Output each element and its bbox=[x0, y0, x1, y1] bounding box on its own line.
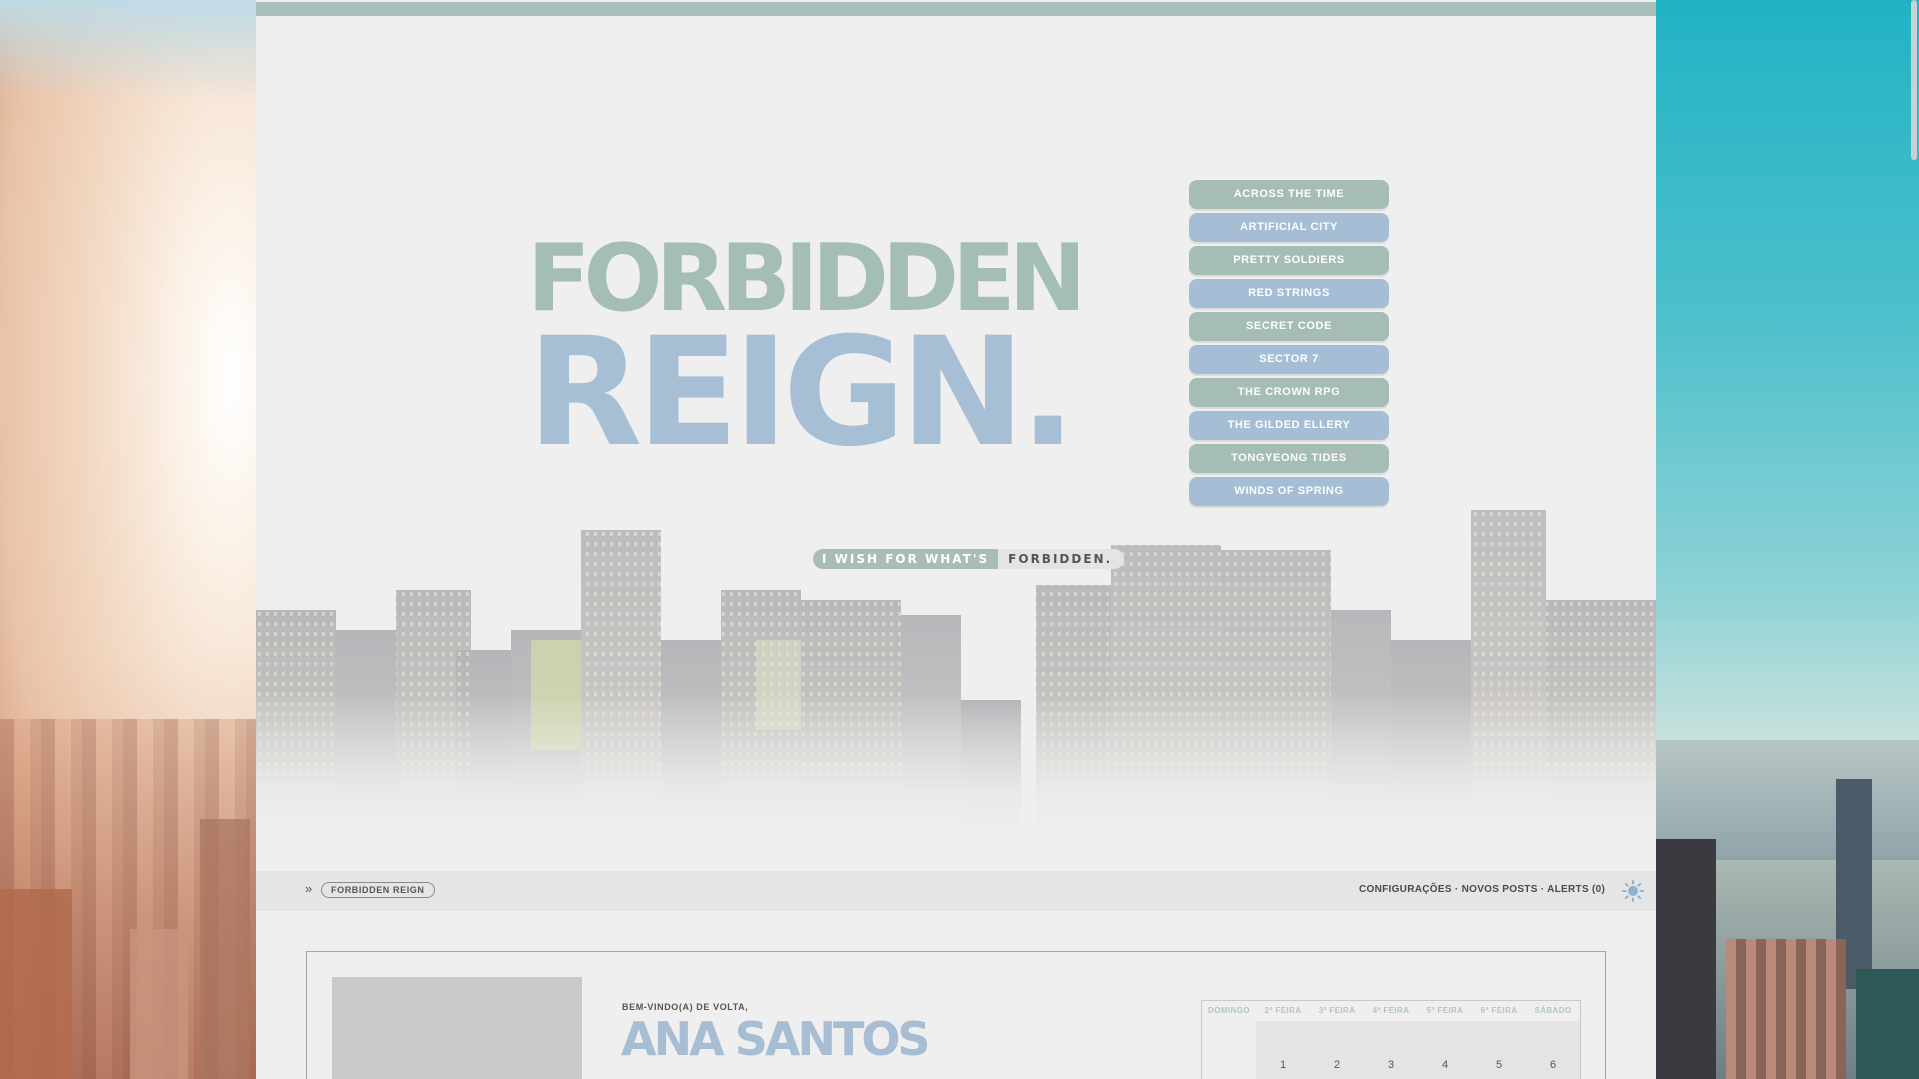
calendar-day-header: 2ª FEIRA bbox=[1264, 1006, 1302, 1015]
calendar-cell[interactable]: 3 bbox=[1364, 1021, 1418, 1079]
main-panel: FORBIDDEN REIGN. ACROSS THE TIME ARTIFIC… bbox=[256, 0, 1656, 1079]
site-logo-line2: REIGN. bbox=[527, 306, 1076, 480]
calendar-header: DOMINGO 2ª FEIRA 3ª FEIRA 4ª FEIRA 5ª FE… bbox=[1202, 1001, 1580, 1021]
calendar-day-header: DOMINGO bbox=[1208, 1006, 1250, 1015]
nav-bar: » FORBIDDEN REIGN CONFIGURAÇÕES · NOVOS … bbox=[256, 871, 1656, 911]
breadcrumb-arrow: » bbox=[305, 881, 313, 896]
affiliate-list: ACROSS THE TIME ARTIFICIAL CITY PRETTY S… bbox=[1189, 180, 1389, 510]
user-links: CONFIGURAÇÕES · NOVOS POSTS · ALERTS (0) bbox=[1359, 884, 1605, 895]
alerts-link[interactable]: ALERTS (0) bbox=[1547, 884, 1605, 895]
calendar-day-header: 4ª FEIRA bbox=[1372, 1006, 1410, 1015]
calendar-cell[interactable]: 5 bbox=[1472, 1021, 1526, 1079]
calendar-day-header: 3ª FEIRA bbox=[1318, 1006, 1356, 1015]
affiliate-button[interactable]: THE CROWN RPG bbox=[1189, 378, 1389, 407]
affiliate-button[interactable]: PRETTY SOLDIERS bbox=[1189, 246, 1389, 275]
calendar-day-header: SÁBADO bbox=[1534, 1006, 1572, 1015]
affiliate-button[interactable]: ACROSS THE TIME bbox=[1189, 180, 1389, 209]
welcome-text: BEM-VINDO(A) DE VOLTA, bbox=[622, 1002, 749, 1012]
calendar-cell[interactable]: 4 bbox=[1418, 1021, 1472, 1079]
affiliate-button[interactable]: SECRET CODE bbox=[1189, 312, 1389, 341]
calendar-day-header: 5ª FEIRA bbox=[1426, 1006, 1464, 1015]
avatar[interactable] bbox=[332, 977, 582, 1079]
welcome-panel: BEM-VINDO(A) DE VOLTA, ANA SANTOS DOMING… bbox=[306, 951, 1606, 1079]
affiliate-button[interactable]: THE GILDED ELLERY bbox=[1189, 411, 1389, 440]
link-separator: · bbox=[1451, 884, 1462, 895]
calendar: DOMINGO 2ª FEIRA 3ª FEIRA 4ª FEIRA 5ª FE… bbox=[1201, 1000, 1581, 1079]
affiliate-button[interactable]: SECTOR 7 bbox=[1189, 345, 1389, 374]
calendar-cell[interactable]: 2 bbox=[1310, 1021, 1364, 1079]
calendar-cell[interactable]: 6 bbox=[1526, 1021, 1580, 1079]
new-posts-link[interactable]: NOVOS POSTS bbox=[1462, 884, 1538, 895]
calendar-week: 1 2 3 4 5 6 bbox=[1202, 1021, 1580, 1079]
breadcrumb-home[interactable]: FORBIDDEN REIGN bbox=[321, 882, 435, 898]
calendar-cell bbox=[1202, 1021, 1256, 1079]
calendar-day-header: 6ª FEIRA bbox=[1480, 1006, 1518, 1015]
tagline-part2: FORBIDDEN. bbox=[998, 549, 1125, 569]
left-city-background bbox=[0, 0, 256, 1079]
right-city-background bbox=[1656, 0, 1919, 1079]
settings-link[interactable]: CONFIGURAÇÕES bbox=[1359, 884, 1452, 895]
calendar-cell[interactable]: 1 bbox=[1256, 1021, 1310, 1079]
sun-icon[interactable] bbox=[1622, 880, 1644, 902]
affiliate-button[interactable]: WINDS OF SPRING bbox=[1189, 477, 1389, 506]
link-separator: · bbox=[1537, 884, 1548, 895]
site-tagline: I WISH FOR WHAT'S FORBIDDEN. bbox=[813, 549, 1125, 569]
username[interactable]: ANA SANTOS bbox=[621, 1012, 931, 1066]
scrollbar-thumb[interactable] bbox=[1911, 0, 1917, 160]
affiliate-button[interactable]: TONGYEONG TIDES bbox=[1189, 444, 1389, 473]
skyline-illustration bbox=[256, 490, 1656, 860]
affiliate-button[interactable]: RED STRINGS bbox=[1189, 279, 1389, 308]
affiliate-button[interactable]: ARTIFICIAL CITY bbox=[1189, 213, 1389, 242]
tagline-part1: I WISH FOR WHAT'S bbox=[813, 549, 999, 569]
top-accent-bar bbox=[256, 2, 1656, 16]
